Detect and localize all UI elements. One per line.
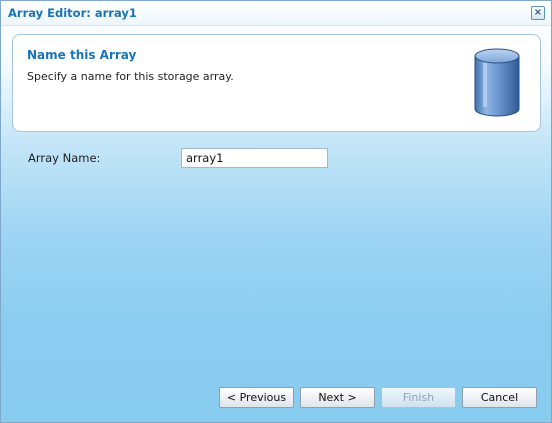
array-name-label: Array Name: <box>28 151 101 165</box>
cancel-button[interactable]: Cancel <box>462 387 537 408</box>
close-icon: × <box>533 7 543 18</box>
window-title: Array Editor: array1 <box>8 6 137 20</box>
storage-cylinder-icon <box>474 48 520 117</box>
array-name-input[interactable] <box>181 148 328 168</box>
previous-button[interactable]: < Previous <box>219 387 294 408</box>
step-description: Specify a name for this storage array. <box>27 70 234 83</box>
title-bar: Array Editor: array1 × <box>1 1 551 26</box>
close-button[interactable]: × <box>531 6 545 20</box>
step-title: Name this Array <box>27 48 137 62</box>
finish-button: Finish <box>381 387 456 408</box>
array-editor-dialog: Array Editor: array1 × Name this Array S… <box>0 0 552 423</box>
step-header-panel: Name this Array Specify a name for this … <box>12 34 541 132</box>
next-button[interactable]: Next > <box>300 387 375 408</box>
